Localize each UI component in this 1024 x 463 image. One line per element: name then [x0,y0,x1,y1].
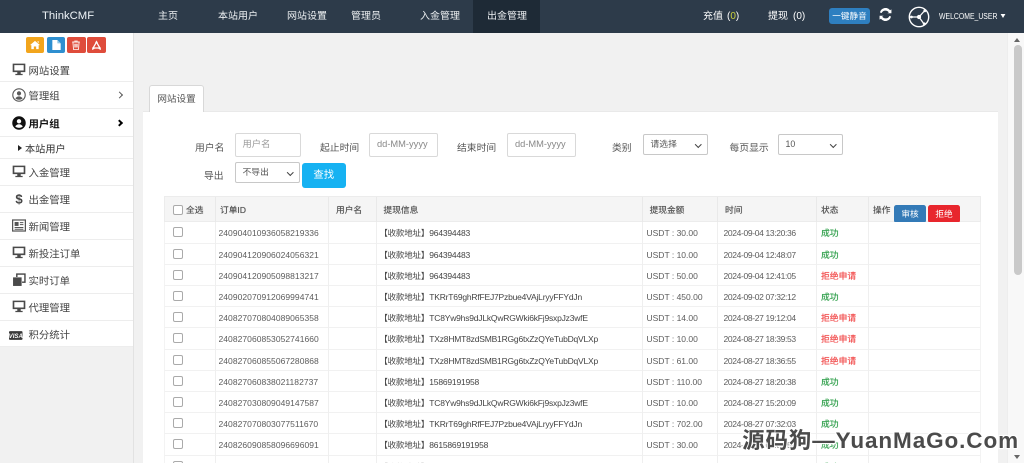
svg-text:$: $ [15,192,23,206]
svg-text:VISA: VISA [9,333,23,339]
